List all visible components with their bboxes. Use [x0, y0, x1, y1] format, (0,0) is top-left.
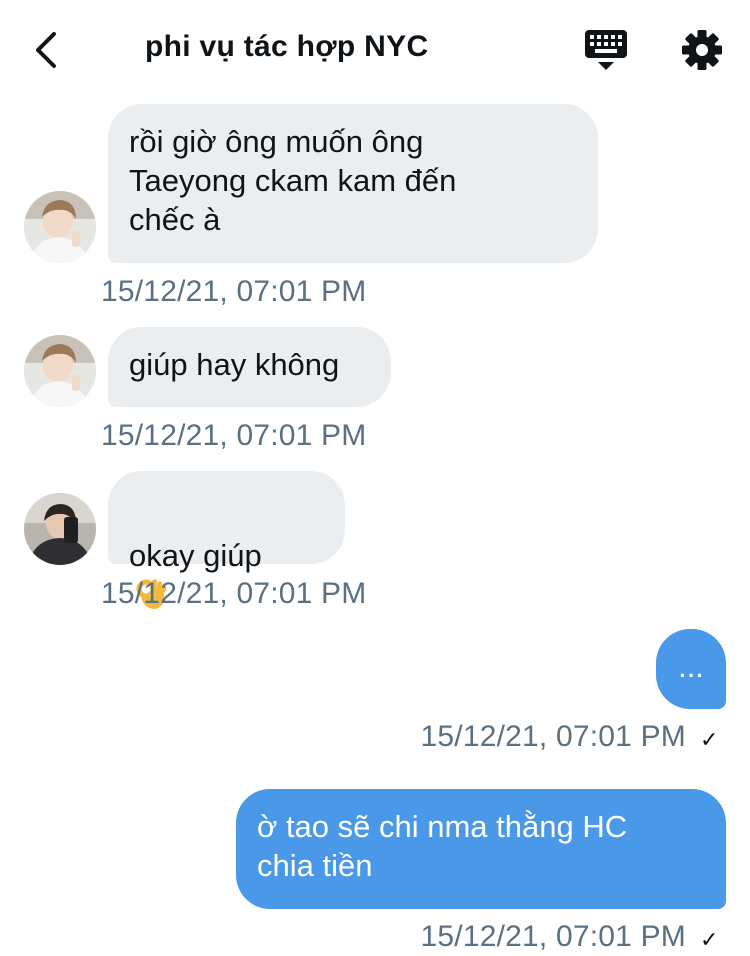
- keyboard-icon: [585, 30, 627, 70]
- conversation-title[interactable]: phi vụ tác hợp NYC: [145, 30, 428, 64]
- person-photo-icon: [24, 335, 96, 407]
- back-button[interactable]: [28, 28, 68, 72]
- message-timestamp: 15/12/21, 07:01 PM: [101, 275, 367, 308]
- message-timestamp: 15/12/21, 07:01 PM: [101, 419, 367, 452]
- avatar[interactable]: [24, 335, 96, 407]
- person-photo-icon: [24, 493, 96, 565]
- message-timestamp: 15/12/21, 07:01 PM: [420, 720, 686, 753]
- message-timestamp: 15/12/21, 07:01 PM: [101, 577, 367, 610]
- sent-checkmark-icon: ✓: [700, 727, 719, 752]
- incoming-message-bubble[interactable]: giúp hay không: [108, 327, 391, 407]
- chat-header: phi vụ tác hợp NYC: [0, 0, 750, 100]
- outgoing-message-bubble[interactable]: ờ tao sẽ chi nma thằng HC chia tiền: [236, 789, 726, 909]
- back-arrow-icon: [36, 32, 56, 68]
- settings-button[interactable]: [680, 28, 724, 72]
- person-photo-icon: [24, 191, 96, 263]
- outgoing-message-bubble[interactable]: ...: [656, 629, 726, 709]
- sent-checkmark-icon: ✓: [700, 927, 719, 952]
- avatar[interactable]: [24, 191, 96, 263]
- incoming-message-bubble[interactable]: okay giúp: [108, 471, 345, 609]
- incoming-message-bubble[interactable]: rồi giờ ông muốn ông Taeyong ckam kam đế…: [108, 104, 598, 263]
- avatar[interactable]: [24, 493, 96, 565]
- gear-icon: [682, 30, 722, 70]
- message-text: okay giúp: [129, 538, 262, 573]
- keyboard-button[interactable]: [584, 28, 628, 74]
- message-timestamp: 15/12/21, 07:01 PM: [420, 920, 686, 953]
